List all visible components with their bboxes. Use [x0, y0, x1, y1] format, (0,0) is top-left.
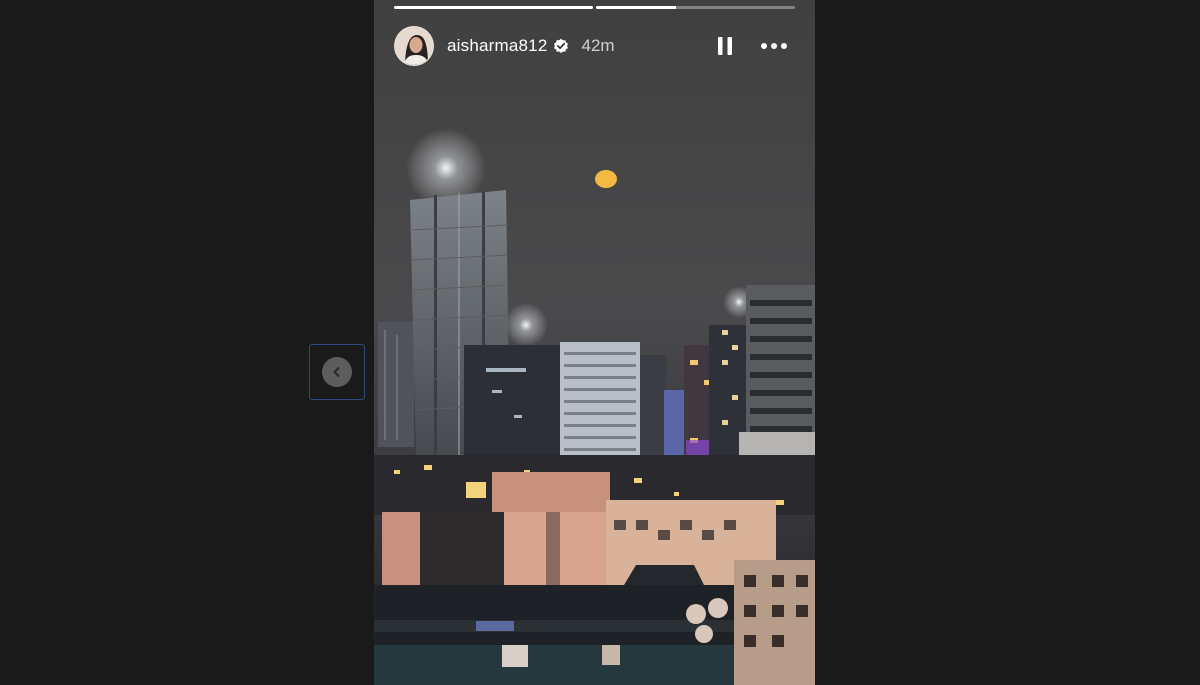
avatar[interactable] [394, 26, 434, 66]
progress-segment [394, 6, 593, 9]
verified-badge-icon [553, 38, 569, 54]
moon [595, 170, 617, 188]
pause-button[interactable] [713, 34, 737, 58]
more-options-icon [761, 43, 787, 49]
story-photo-night-skyline [374, 0, 815, 685]
chevron-left-icon [333, 367, 340, 377]
story-progress [394, 6, 795, 9]
post-time: 42m [581, 36, 615, 55]
previous-story-button[interactable] [309, 344, 365, 400]
previous-button-circle [322, 357, 352, 387]
username[interactable]: aisharma812 [447, 36, 547, 56]
more-options-button[interactable] [759, 34, 789, 58]
avatar-image [395, 27, 433, 65]
story-viewer[interactable]: aisharma812 42m [374, 0, 815, 685]
story-header: aisharma812 42m [394, 24, 789, 68]
pause-icon [718, 37, 732, 55]
progress-segment [596, 6, 795, 9]
